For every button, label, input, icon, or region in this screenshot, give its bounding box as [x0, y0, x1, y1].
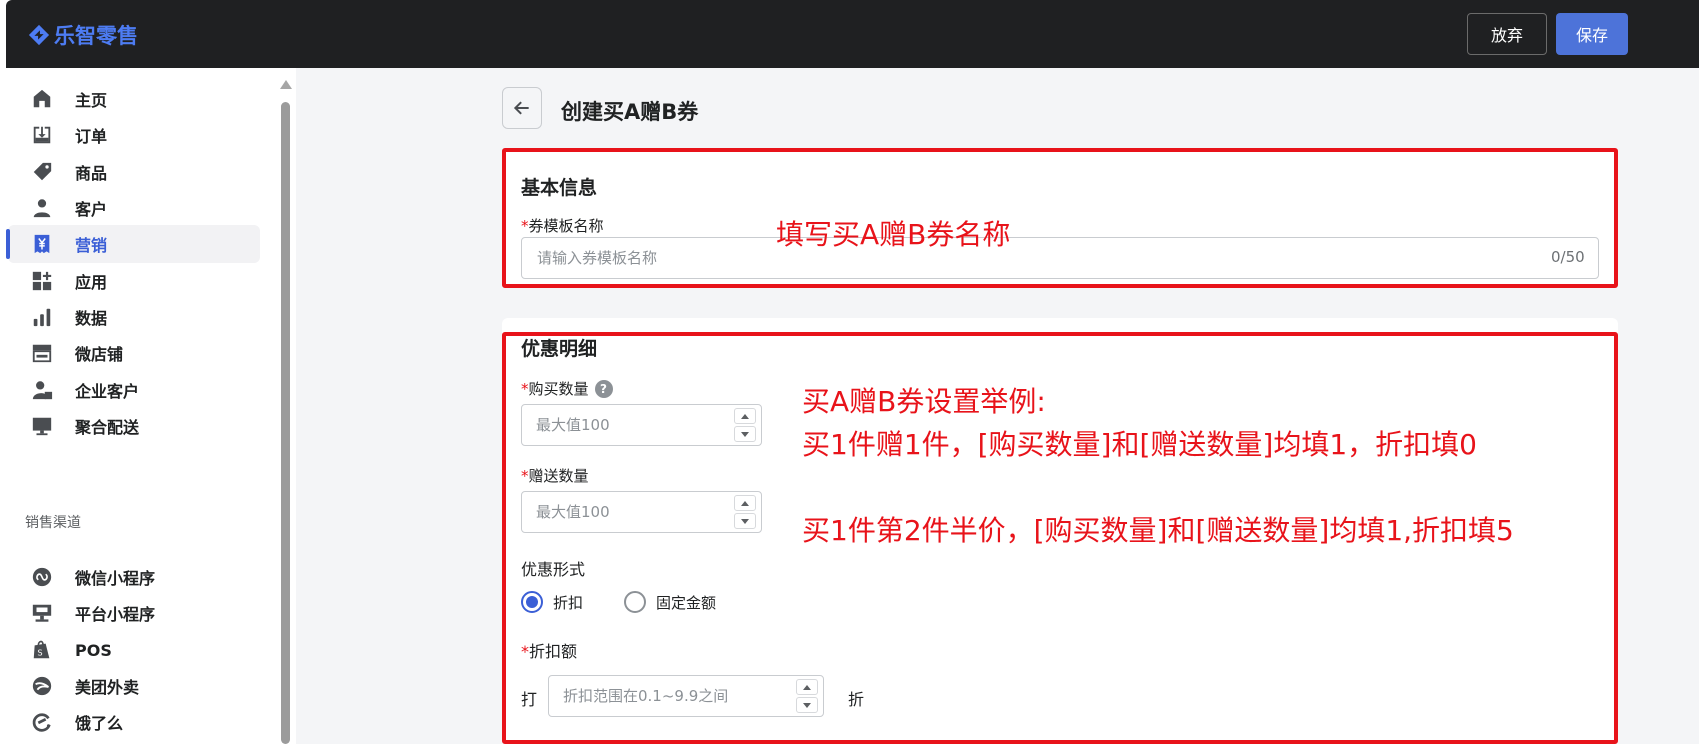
sidebar-item-label: 商品 — [75, 164, 108, 183]
meituan-icon — [30, 674, 54, 698]
discard-button[interactable]: 放弃 — [1467, 13, 1547, 55]
apps-icon — [30, 269, 54, 293]
home-icon — [30, 87, 54, 111]
sidebar-item-label: 数据 — [75, 309, 108, 328]
sidebar-item-home[interactable]: 主页 — [8, 80, 260, 118]
decrement-icon[interactable] — [734, 513, 756, 529]
sidebar-item-apps[interactable]: 应用 — [8, 262, 260, 300]
sales-channels-heading: 销售渠道 — [25, 515, 81, 531]
mini-program-icon — [30, 565, 54, 589]
platform-icon — [30, 601, 54, 625]
annotation-name-hint: 填写买A赠B券名称 — [776, 218, 1011, 251]
sidebar-item-enterprise[interactable]: 企业客户 — [8, 371, 260, 409]
annotation-example-title: 买A赠B券设置举例: — [802, 385, 1046, 418]
tag-icon — [30, 160, 54, 184]
radio-unchecked-icon[interactable] — [624, 591, 646, 613]
sidebar-item-label: 订单 — [75, 127, 108, 146]
required-mark: * — [521, 217, 529, 235]
coupon-name-counter: 0/50 — [1551, 248, 1585, 266]
discount-amount-field[interactable] — [549, 676, 789, 716]
sidebar-item-label: 微信小程序 — [75, 569, 156, 588]
help-icon[interactable]: ? — [594, 380, 613, 398]
save-button[interactable]: 保存 — [1556, 13, 1628, 55]
sidebar-item-label: 客户 — [75, 200, 108, 219]
sidebar-item-label: 平台小程序 — [75, 605, 156, 624]
gift-qty-field[interactable] — [522, 492, 727, 532]
orders-icon — [30, 123, 54, 147]
sidebar-item-label: 微店铺 — [75, 345, 124, 364]
store-icon — [30, 341, 54, 365]
logo-icon — [28, 24, 50, 46]
logo-text: 乐智零售 — [54, 24, 138, 48]
radio-discount[interactable]: 折扣 — [521, 591, 583, 613]
radio-fixed-amount[interactable]: 固定金额 — [624, 591, 716, 613]
sidebar-item-products[interactable]: 商品 — [8, 153, 260, 191]
discount-suffix: 折 — [848, 690, 865, 709]
gift-qty-input[interactable] — [521, 491, 762, 533]
increment-icon[interactable] — [734, 495, 756, 511]
bar-chart-icon — [30, 305, 54, 329]
basic-info-card: 基本信息 *券模板名称 0/50 — [502, 150, 1618, 288]
sidebar-item-label: 应用 — [75, 273, 108, 292]
sidebar-item-label: 饿了么 — [75, 714, 124, 733]
sidebar-item-meituan[interactable]: 美团外卖 — [8, 667, 260, 705]
scroll-up-arrow-icon[interactable] — [280, 80, 292, 89]
yen-receipt-icon — [30, 232, 54, 256]
coupon-name-label: *券模板名称 — [521, 217, 604, 235]
sidebar-item-eleme[interactable]: 饿了么 — [8, 703, 260, 741]
buy-qty-label: *购买数量? — [521, 378, 613, 399]
decrement-icon[interactable] — [796, 697, 818, 713]
svg-text:S: S — [37, 648, 42, 658]
sidebar-item-data[interactable]: 数据 — [8, 298, 260, 336]
sidebar-item-pos[interactable]: S POS — [8, 631, 260, 669]
annotation-example-2: 买1件第2件半价，[购买数量]和[赠送数量]均填1,折扣填5 — [802, 514, 1514, 547]
sidebar-item-label: POS — [75, 640, 112, 660]
sidebar: 主页 订单 商品 客户 营销 应用 数据 微店铺 企业客户 聚合配送 销售渠道 … — [6, 68, 296, 744]
discount-form-label: 优惠形式 — [521, 560, 586, 579]
discount-amount-label: *折扣额 — [521, 642, 578, 661]
back-button[interactable] — [502, 87, 542, 129]
buy-qty-field[interactable] — [522, 405, 727, 445]
eleme-icon — [30, 710, 54, 734]
arrow-left-icon — [513, 101, 529, 115]
discount-detail-title: 优惠明细 — [521, 338, 598, 360]
monitor-icon — [30, 414, 54, 438]
gift-qty-label: *赠送数量 — [521, 467, 589, 485]
sidebar-item-wechat-mini[interactable]: 微信小程序 — [8, 558, 260, 596]
sidebar-item-label: 美团外卖 — [75, 678, 140, 697]
sidebar-item-orders[interactable]: 订单 — [8, 116, 260, 154]
sidebar-item-label: 营销 — [75, 236, 108, 255]
discount-amount-input[interactable] — [548, 675, 824, 717]
coupon-name-input[interactable] — [521, 237, 1599, 279]
basic-info-title: 基本信息 — [521, 177, 598, 199]
enterprise-user-icon — [30, 378, 54, 402]
sidebar-item-marketing[interactable]: 营销 — [6, 225, 260, 263]
radio-label: 固定金额 — [656, 593, 717, 612]
main-content: 创建买A赠B券 基本信息 *券模板名称 0/50 优惠明细 *购买数量? *赠送… — [296, 68, 1699, 744]
annotation-example-1: 买1件赠1件，[购买数量]和[赠送数量]均填1，折扣填0 — [802, 428, 1477, 461]
sidebar-scrollbar[interactable] — [278, 80, 292, 744]
sidebar-item-label: 主页 — [75, 91, 108, 110]
person-icon — [30, 196, 54, 220]
increment-icon[interactable] — [734, 408, 756, 424]
sidebar-item-label: 企业客户 — [75, 382, 140, 401]
page-title: 创建买A赠B券 — [561, 100, 699, 124]
radio-label: 折扣 — [553, 593, 584, 612]
radio-checked-icon[interactable] — [521, 591, 543, 613]
buy-qty-input[interactable] — [521, 404, 762, 446]
sidebar-item-customers[interactable]: 客户 — [8, 189, 260, 227]
sidebar-item-store[interactable]: 微店铺 — [8, 334, 260, 372]
sidebar-item-delivery[interactable]: 聚合配送 — [8, 407, 260, 445]
top-bar: 乐智零售 放弃 保存 — [6, 0, 1699, 68]
decrement-icon[interactable] — [734, 426, 756, 442]
pos-bag-icon: S — [30, 638, 54, 662]
scrollbar-thumb[interactable] — [281, 102, 290, 744]
sidebar-item-platform-mini[interactable]: 平台小程序 — [8, 594, 260, 632]
sidebar-item-label: 聚合配送 — [75, 418, 140, 437]
discount-prefix: 打 — [521, 690, 538, 709]
app-logo[interactable]: 乐智零售 — [28, 20, 138, 50]
increment-icon[interactable] — [796, 679, 818, 695]
